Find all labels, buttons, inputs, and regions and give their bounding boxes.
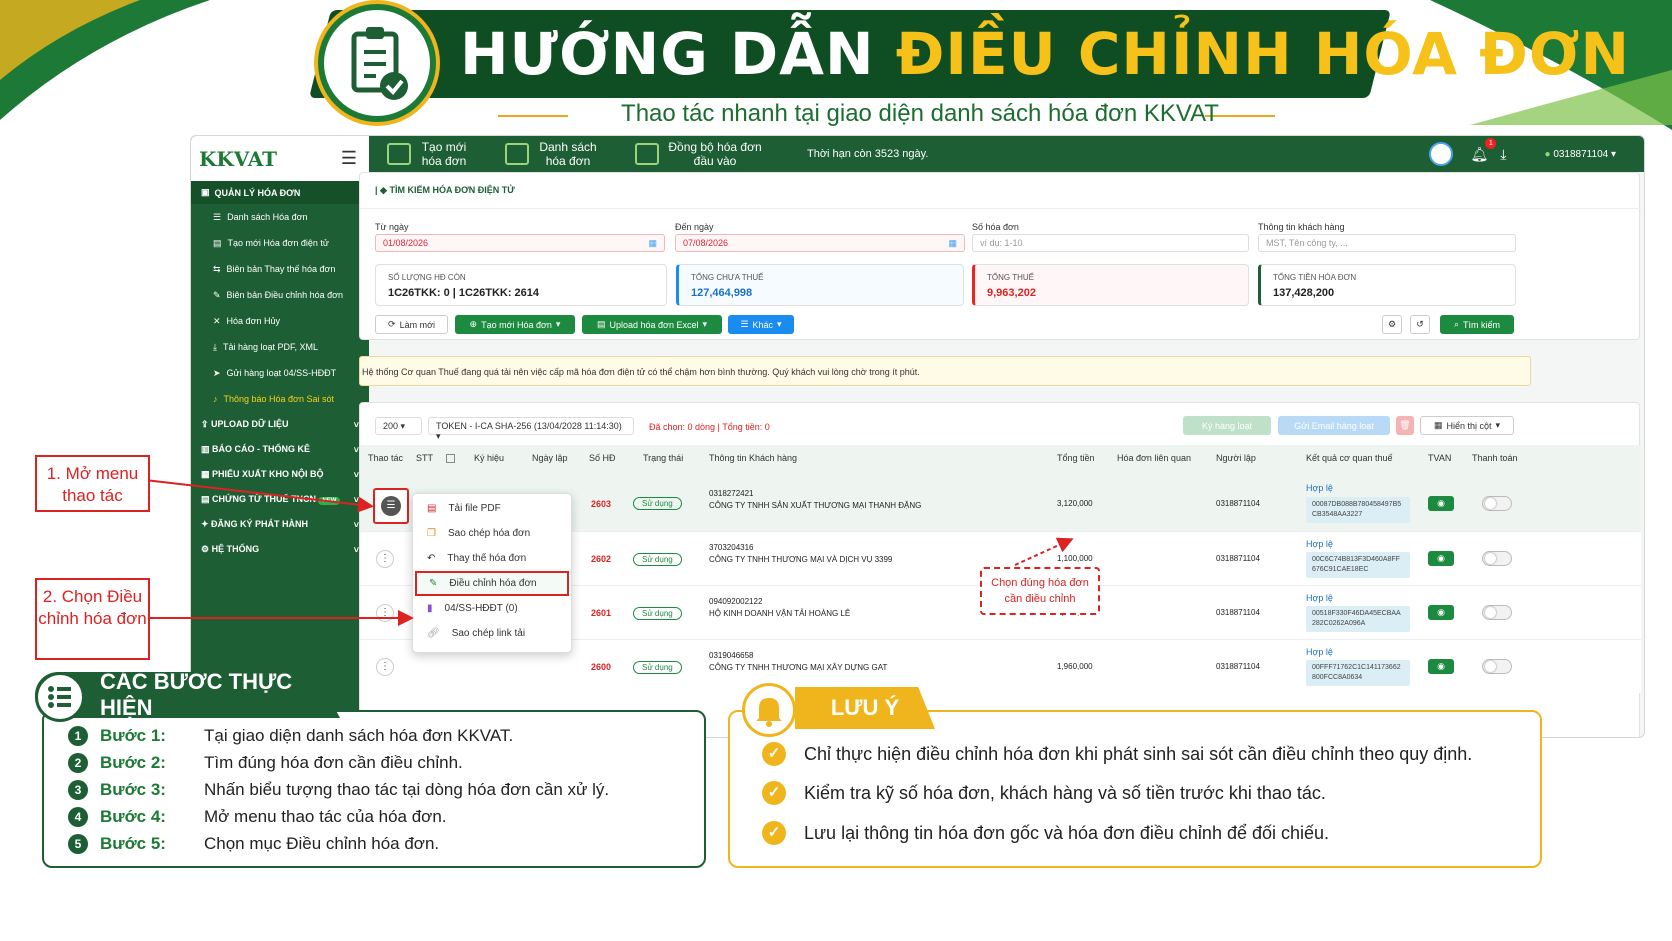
note-1: ✓ Chỉ thực hiện điều chỉnh hóa đơn khi ph… xyxy=(762,742,1472,766)
step-3: 3 Bước 3: Nhấn biểu tượng thao tác tại dòn… xyxy=(68,779,609,801)
check-icon: ✓ xyxy=(762,742,786,766)
check-icon: ✓ xyxy=(762,821,786,845)
step-1: 1 Bước 1: Tại giao diện danh sách hóa đơn … xyxy=(68,725,513,747)
step-4: 4 Bước 4: Mở menu thao tác của hóa đơn. xyxy=(68,806,447,828)
note-3: ✓ Lưu lại thông tin hóa đơn gốc và hóa đơ… xyxy=(762,821,1329,845)
callout-open-menu: 1. Mở menu thao tác xyxy=(35,455,150,512)
callout-choose-adjust: 2. Chọn Điều chỉnh hóa đơn xyxy=(35,578,150,660)
step-5: 5 Bước 5: Chọn mục Điều chỉnh hóa đơn. xyxy=(68,833,439,855)
list-icon xyxy=(35,672,85,722)
bell-icon xyxy=(742,683,796,737)
note-2: ✓ Kiểm tra kỹ số hóa đơn, khách hàng và s… xyxy=(762,781,1326,805)
check-icon: ✓ xyxy=(762,781,786,805)
step-2: 2 Bước 2: Tìm đúng hóa đơn cần điều chỉnh. xyxy=(68,752,463,774)
callout-choose-invoice: Chọn đúng hóa đơn cần điều chỉnh xyxy=(980,567,1100,615)
notes-title: LƯU Ý xyxy=(795,687,935,729)
